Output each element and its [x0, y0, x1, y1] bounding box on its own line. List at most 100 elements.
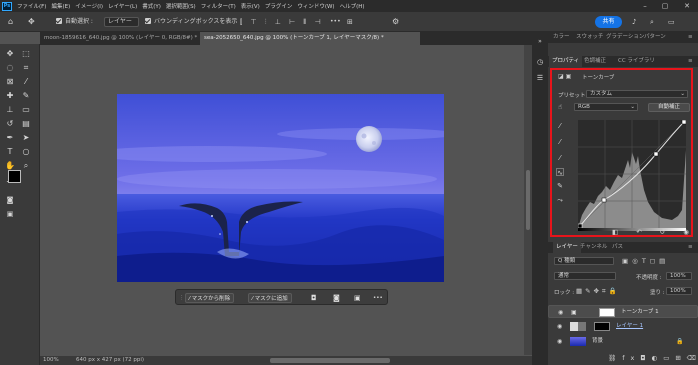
foreground-color-swatch[interactable]	[8, 170, 21, 183]
history-brush-tool-icon[interactable]: ↺	[4, 118, 16, 130]
eyedropper-gray-icon[interactable]: ⁄	[556, 138, 564, 146]
menu-type[interactable]: 書式(Y)	[142, 2, 161, 10]
mask-option-3-icon[interactable]: ▣	[354, 293, 361, 303]
lock-icons[interactable]: ▦✎✥⌗🔒	[576, 287, 620, 296]
layer-thumbnail[interactable]	[570, 337, 586, 346]
properties-icon[interactable]: ☰	[534, 72, 546, 84]
move-tool-icon[interactable]: ✥	[28, 17, 35, 27]
healing-brush-tool-icon[interactable]: ✚	[4, 90, 16, 102]
menu-file[interactable]: ファイル(F)	[17, 2, 46, 10]
menu-window[interactable]: ウィンドウ(W)	[297, 2, 334, 10]
bounding-box-checkbox[interactable]: バウンディングボックスを表示	[145, 17, 237, 27]
panel-menu-icon[interactable]: ≡	[688, 242, 693, 253]
smooth-icon[interactable]: ⤳	[556, 196, 564, 204]
menu-view[interactable]: 表示(V)	[241, 2, 260, 10]
scroll-thumb[interactable]	[526, 170, 530, 230]
search-icon[interactable]: ⌕	[650, 17, 654, 27]
shape-tool-icon[interactable]: ○	[20, 146, 32, 158]
menu-image[interactable]: イメージ(I)	[75, 2, 103, 10]
3d-mode-icon[interactable]: ⊞	[347, 17, 353, 27]
tab-swatches[interactable]: スウォッチ	[576, 32, 604, 43]
home-icon[interactable]: ⌂	[8, 17, 13, 27]
bell-icon[interactable]: ♪	[632, 17, 636, 27]
targeted-adjustment-icon[interactable]: ☝	[558, 103, 562, 111]
eyedropper-white-icon[interactable]: ⁄	[556, 154, 564, 162]
settings-gear-icon[interactable]: ⚙	[392, 17, 399, 27]
eye-icon[interactable]: ◉	[558, 306, 563, 319]
menu-filter[interactable]: フィルター(T)	[201, 2, 236, 10]
drag-handle[interactable]: ⋮	[179, 293, 185, 303]
layer-name[interactable]: レイヤー 1	[616, 320, 643, 333]
properties-footer-icons[interactable]: ◧ ↶ ↺ ◉ ⌫	[612, 228, 698, 237]
subtract-from-mask-button[interactable]: ⁄ マスクから削除	[185, 293, 235, 303]
tab-paths[interactable]: パス	[612, 242, 623, 253]
marquee-tool-icon[interactable]: ⬚	[20, 48, 32, 60]
mask-option-2-icon[interactable]: ◙	[333, 293, 340, 303]
blend-mode-dropdown[interactable]: 通常	[554, 272, 616, 280]
layer-thumbnail[interactable]	[570, 322, 586, 331]
menu-select[interactable]: 選択範囲(S)	[166, 2, 196, 10]
path-select-tool-icon[interactable]: ➤	[20, 132, 32, 144]
eyedropper-black-icon[interactable]: ⁄	[556, 122, 564, 130]
layer-filter-icons[interactable]: ▣◎T◻▤	[622, 257, 669, 265]
eyedropper-tool-icon[interactable]: ⁄	[20, 76, 32, 88]
menu-edit[interactable]: 編集(E)	[51, 2, 70, 10]
quick-mask-icon[interactable]: ◙	[4, 194, 16, 206]
tab-color[interactable]: カラー	[553, 32, 570, 43]
zoom-level[interactable]: 100%	[43, 356, 59, 365]
layer-row-background[interactable]: ◉ 背景 🔒	[548, 335, 698, 348]
gradient-tool-icon[interactable]: ▤	[20, 118, 32, 130]
auto-button[interactable]: 自動補正	[648, 103, 690, 112]
screen-mode-icon[interactable]: ▣	[4, 208, 16, 220]
menu-layer[interactable]: レイヤー(L)	[108, 2, 137, 10]
restore-icon[interactable]: ▢	[660, 1, 670, 11]
opacity-field[interactable]: 100%	[666, 272, 692, 280]
auto-select-dropdown[interactable]: レイヤー	[104, 17, 139, 27]
tab-channels[interactable]: チャンネル	[580, 242, 607, 253]
menu-plugins[interactable]: プラグイン	[265, 2, 293, 10]
vertical-scrollbar[interactable]	[524, 45, 532, 355]
pen-tool-icon[interactable]: ✒	[4, 132, 16, 144]
tab-cc-libraries[interactable]: CC ライブラリ	[618, 56, 655, 67]
align-buttons[interactable]: ⫿ ⊤ ⫶ ⊥ ⊢ ⫴ ⊣	[240, 17, 324, 27]
stamp-tool-icon[interactable]: ⊥	[4, 104, 16, 116]
horizontal-scroll-thumb[interactable]	[270, 358, 390, 363]
layer-name[interactable]: トーンカーブ 1	[621, 306, 659, 319]
workspace-icon[interactable]: ▭	[668, 17, 675, 27]
eraser-tool-icon[interactable]: ▭	[20, 104, 32, 116]
eye-icon[interactable]: ◉	[557, 335, 562, 348]
more-options-button[interactable]: •••	[330, 17, 341, 27]
close-icon[interactable]: ✕	[682, 1, 692, 11]
minimize-icon[interactable]: –	[640, 1, 650, 11]
brush-tool-icon[interactable]: ✎	[20, 90, 32, 102]
layers-footer-icons[interactable]: ⛓fx◘◐▭⊞⌫	[608, 354, 698, 363]
tab-sea-document[interactable]: sea-2052650_640.jpg @ 100% (トーンカーブ 1, レイ…	[200, 32, 420, 45]
lasso-tool-icon[interactable]: ◌	[4, 62, 16, 74]
panel-menu-icon[interactable]: ≡	[688, 56, 693, 67]
auto-select-checkbox[interactable]: 自動選択 :	[56, 17, 93, 27]
collapse-arrows-icon[interactable]: »	[534, 36, 546, 48]
pencil-icon[interactable]: ✎	[556, 182, 564, 190]
tab-gradients[interactable]: グラデーション	[606, 32, 644, 43]
layer-kind-filter[interactable]: Q 種類	[554, 257, 614, 265]
layer-row-curves[interactable]: ◉ ▣ トーンカーブ 1	[548, 305, 698, 318]
eye-icon[interactable]: ◉	[557, 320, 562, 333]
tab-adjustments[interactable]: 色調補正	[584, 56, 606, 67]
add-to-mask-button[interactable]: ⁄ マスクに追加	[248, 293, 292, 303]
object-select-tool-icon[interactable]: ⊠	[4, 76, 16, 88]
layer-mask-thumbnail[interactable]	[599, 308, 615, 317]
panel-menu-icon[interactable]: ≡	[688, 32, 693, 43]
curves-graph[interactable]	[578, 120, 686, 228]
channel-dropdown[interactable]: RGB ⌄	[574, 103, 638, 111]
crop-tool-icon[interactable]: ⌗	[20, 62, 32, 74]
tab-moon-document[interactable]: moon-1859616_640.jpg @ 100% (レイヤー 0, RGB…	[40, 32, 200, 45]
layer-mask-thumbnail[interactable]	[594, 322, 610, 331]
layer-name[interactable]: 背景	[592, 335, 603, 348]
zoom-tool-icon[interactable]: ⌕	[20, 160, 32, 172]
layer-row-layer1[interactable]: ◉ レイヤー 1	[548, 320, 698, 333]
move-tool-icon[interactable]: ✥	[4, 48, 16, 60]
tab-properties[interactable]: プロパティ	[549, 56, 583, 67]
fill-field[interactable]: 100%	[666, 287, 692, 295]
tab-patterns[interactable]: パターン	[644, 32, 666, 43]
mask-option-1-icon[interactable]: ◘	[311, 293, 317, 303]
